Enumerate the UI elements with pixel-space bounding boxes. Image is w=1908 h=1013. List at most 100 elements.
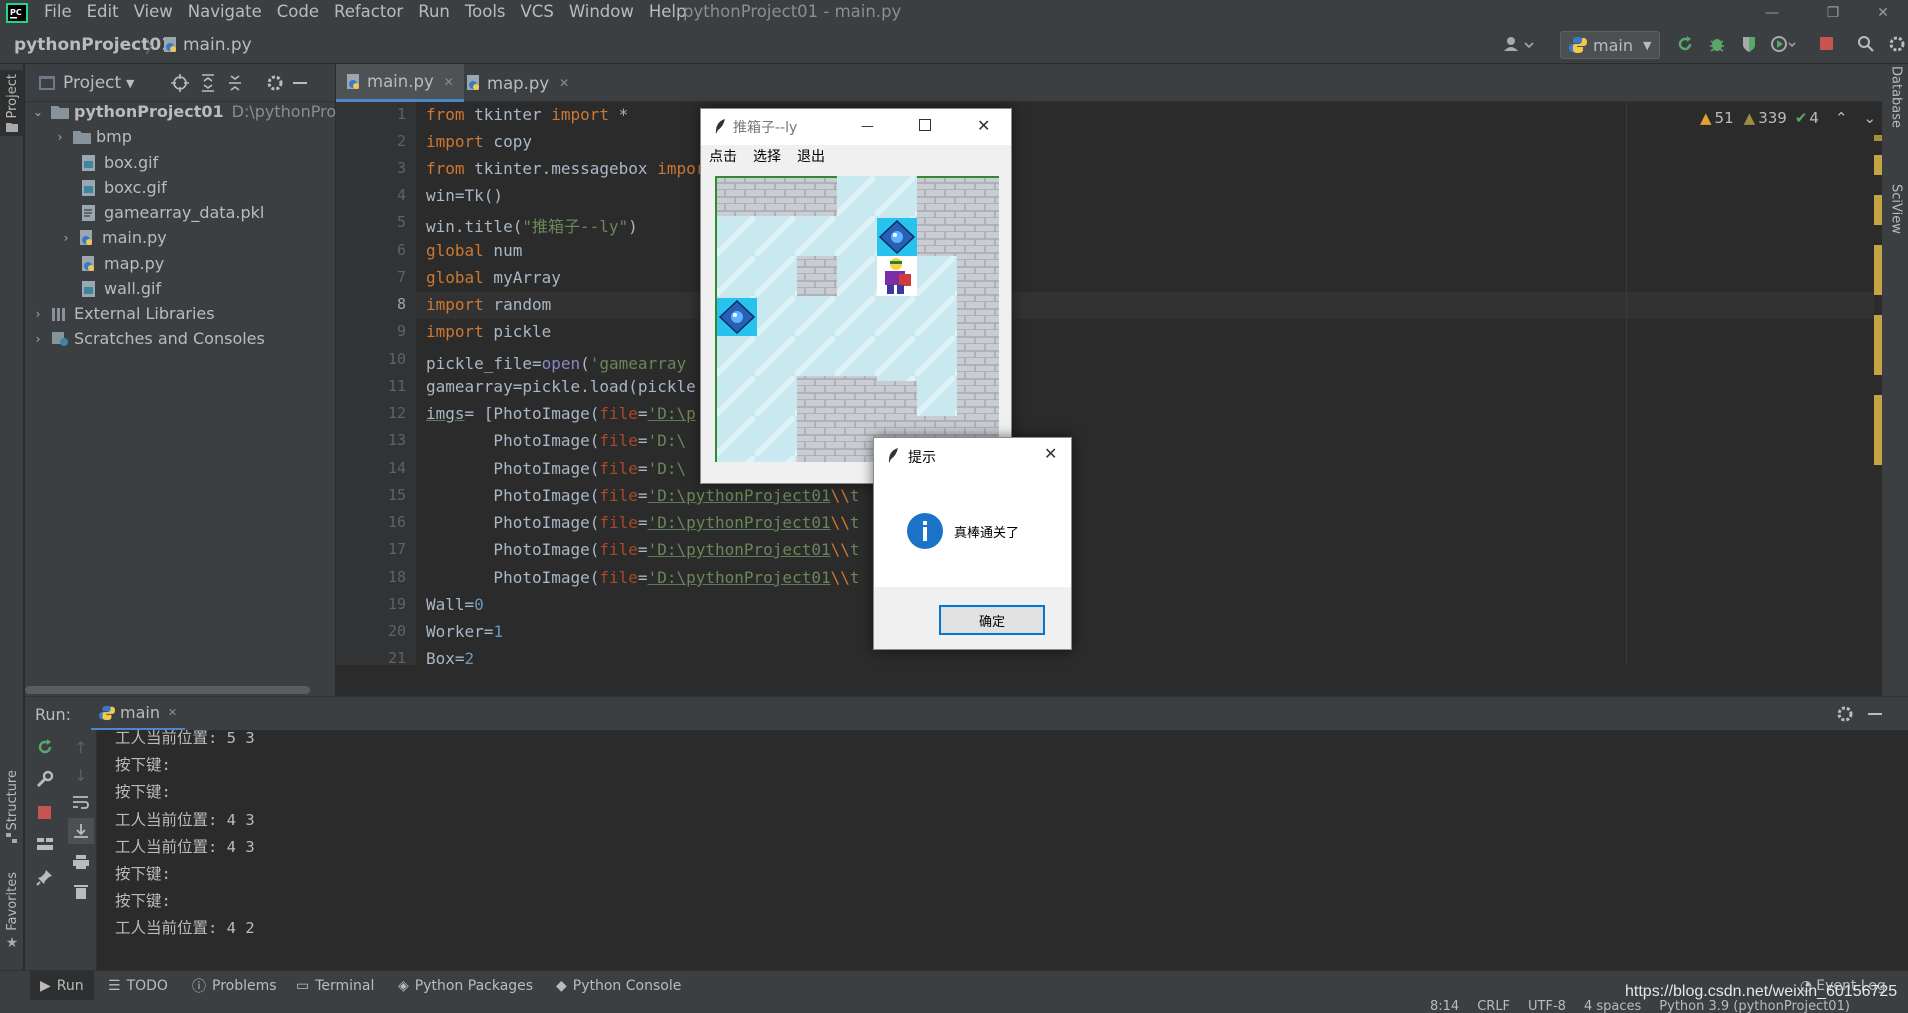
breadcrumb-file[interactable]: main.py [163, 26, 252, 64]
structure-tool-tab[interactable]: Structure [0, 770, 24, 844]
tree-item-bmp[interactable]: › bmp [53, 124, 132, 149]
tool-tab-problems[interactable]: ⓘ Problems [192, 971, 277, 1001]
tool-tab-terminal[interactable]: ▭ Terminal [296, 971, 374, 1001]
menu-edit[interactable]: Edit [87, 1, 119, 23]
user-icon[interactable] [1503, 35, 1537, 53]
project-tool-label: Project [4, 74, 20, 119]
profile-icon[interactable] [1770, 35, 1796, 53]
tool-tab-python-packages[interactable]: ◈ Python Packages [398, 971, 533, 1001]
tree-item-box-gif[interactable]: box.gif [81, 150, 158, 175]
close-tab-icon[interactable]: ✕ [444, 75, 454, 89]
menu-tools[interactable]: Tools [465, 1, 506, 23]
menu-navigate[interactable]: Navigate [188, 1, 262, 23]
rerun-icon[interactable] [36, 738, 54, 756]
rerun-icon[interactable] [1676, 35, 1694, 53]
inspection-widget[interactable]: ▲ 51 ▲ 339 ✔ 4 ⌃ ⌄ [1700, 106, 1876, 130]
tree-item-gamearray-pkl[interactable]: gamearray_data.pkl [81, 200, 264, 225]
run-settings-gear-icon[interactable] [1836, 705, 1854, 723]
project-panel: Project ▼ ⌄ pythonProject01 D:\pythonPro… [25, 64, 359, 696]
tool-tab-todo[interactable]: ☰ TODO [108, 971, 168, 1001]
print-icon[interactable] [72, 854, 90, 870]
tool-tab-run[interactable]: ▶ Run [30, 971, 94, 1001]
panel-settings-gear-icon[interactable] [266, 74, 284, 92]
sciview-tool-tab[interactable]: SciView [1884, 184, 1908, 234]
line-number: 3 [396, 159, 406, 177]
tree-item-label: gamearray_data.pkl [104, 203, 265, 222]
tree-root[interactable]: ⌄ pythonProject01 D:\pythonProjec [31, 99, 359, 124]
horizontal-scrollbar[interactable] [25, 686, 310, 694]
trash-icon[interactable] [73, 882, 89, 900]
close-icon[interactable]: ✕ [1858, 0, 1908, 26]
hide-panel-icon[interactable] [293, 82, 307, 84]
previous-highlight-icon[interactable]: ⌃ [1835, 109, 1848, 127]
locate-icon[interactable] [171, 74, 189, 92]
menu-file[interactable]: File [44, 1, 72, 23]
close-tab-icon[interactable]: ✕ [559, 76, 569, 90]
tree-item-main-py[interactable]: › main.py [59, 225, 167, 250]
folder-icon [51, 104, 69, 120]
search-icon[interactable] [1857, 35, 1875, 53]
status-indent[interactable]: 4 spaces [1584, 1000, 1641, 1013]
tk-menu-click[interactable]: 点击 [709, 146, 737, 166]
tree-item-boxc-gif[interactable]: boxc.gif [81, 175, 167, 200]
stop-icon[interactable] [38, 806, 51, 819]
pin-icon[interactable] [36, 868, 54, 886]
status-encoding[interactable]: UTF-8 [1528, 1000, 1566, 1013]
status-interpreter[interactable]: Python 3.9 (pythonProject01) [1659, 1000, 1850, 1013]
wrench-icon[interactable] [36, 770, 54, 788]
run-config-select[interactable]: main ▼ [1560, 31, 1660, 59]
run-console-output[interactable]: 工人当前位置: 5 3 按下键: 按下键: 工人当前位置: 4 3 工人当前位置… [97, 729, 1891, 970]
close-icon[interactable]: ✕ [977, 116, 990, 135]
close-icon[interactable]: ✕ [1044, 444, 1057, 463]
tree-item-label: boxc.gif [104, 178, 167, 197]
menu-window[interactable]: Window [569, 1, 634, 23]
hide-panel-icon[interactable] [1868, 713, 1882, 715]
up-arrow-icon[interactable]: ↑ [74, 738, 87, 757]
favorites-tool-tab[interactable]: Favorites ★ [0, 872, 24, 951]
collapsed-arrow-icon: › [63, 230, 69, 245]
coverage-icon[interactable] [1740, 35, 1758, 53]
code-editor[interactable]: from tkinter import * import copy from t… [416, 102, 1874, 665]
status-caret-position[interactable]: 8:14 [1430, 1000, 1459, 1013]
minimize-icon[interactable]: — [1747, 0, 1797, 26]
tk-menu-select[interactable]: 选择 [753, 146, 781, 166]
tree-item-external-libraries[interactable]: › External Libraries [31, 301, 215, 326]
menu-vcs[interactable]: VCS [521, 1, 554, 23]
database-tool-tab[interactable]: Database [1884, 66, 1908, 128]
sokoban-board[interactable] [715, 176, 999, 462]
tree-item-wall-gif[interactable]: wall.gif [81, 276, 161, 301]
stop-icon[interactable] [1820, 37, 1833, 50]
status-line-separator[interactable]: CRLF [1477, 1000, 1510, 1013]
debug-icon[interactable] [1708, 35, 1726, 53]
python-file-icon [466, 75, 482, 91]
ok-button[interactable]: 确定 [939, 605, 1045, 635]
close-tab-icon[interactable]: ✕ [168, 706, 177, 719]
expand-all-icon[interactable] [200, 74, 216, 92]
minimize-icon[interactable]: — [861, 119, 874, 134]
tree-item-scratches[interactable]: › Scratches and Consoles [31, 326, 265, 351]
maximize-icon[interactable] [919, 119, 931, 131]
layout-icon[interactable] [36, 836, 54, 852]
menu-code[interactable]: Code [277, 1, 319, 23]
restore-icon[interactable]: ❐ [1808, 0, 1858, 26]
tk-menu-exit[interactable]: 退出 [797, 146, 825, 166]
menu-run[interactable]: Run [418, 1, 450, 23]
menu-help[interactable]: Help [649, 1, 687, 23]
tab-map-py[interactable]: map.py ✕ [456, 64, 579, 102]
menu-refactor[interactable]: Refactor [334, 1, 403, 23]
tool-tab-python-console[interactable]: ◆ Python Console [556, 971, 681, 1001]
menu-view[interactable]: View [134, 1, 173, 23]
sciview-tool-label: SciView [1888, 184, 1904, 234]
settings-gear-icon[interactable] [1888, 35, 1906, 53]
soft-wrap-icon[interactable] [72, 794, 90, 810]
chevron-down-icon[interactable]: ▼ [126, 77, 134, 90]
project-view-label[interactable]: Project [63, 73, 121, 93]
collapse-all-icon[interactable] [227, 74, 243, 92]
project-tool-tab[interactable]: Project [0, 70, 24, 137]
python-icon [99, 705, 115, 721]
down-arrow-icon[interactable]: ↓ [74, 766, 87, 785]
tree-item-map-py[interactable]: map.py [81, 251, 164, 276]
tk-window-title: 推箱子--ly [733, 120, 798, 136]
next-highlight-icon[interactable]: ⌄ [1864, 109, 1877, 127]
tab-main-py[interactable]: main.py ✕ [336, 64, 464, 102]
